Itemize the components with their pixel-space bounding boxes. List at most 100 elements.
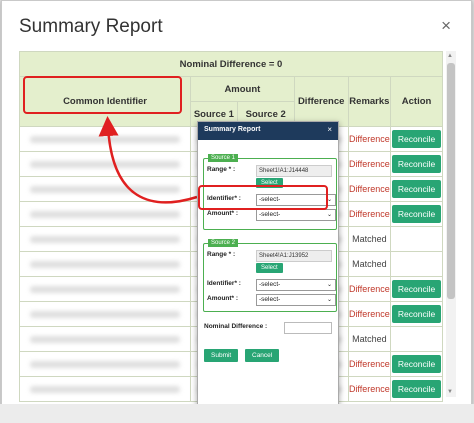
remarks-text: Difference [348, 133, 390, 144]
action-cell: Reconcile [390, 351, 443, 377]
action-header: Action [390, 76, 443, 127]
source2-amount-value: -select- [259, 296, 281, 303]
remarks-cell: Difference [347, 276, 392, 302]
remarks-cell: Matched [347, 326, 392, 352]
source2-identifier-select[interactable]: -select- ⌄ [256, 279, 336, 291]
amount-header: Amount [190, 76, 295, 102]
source1-amount-value: -select- [259, 211, 281, 218]
source2-identifier-value: -select- [259, 281, 281, 288]
popup-title: Summary Report [204, 126, 261, 133]
remarks-text: Difference [348, 158, 390, 169]
dialog-title: Summary Report [19, 16, 163, 37]
remarks-text: Matched [352, 333, 387, 344]
source2-amount-select[interactable]: -select- ⌄ [256, 294, 336, 306]
common-identifier-highlight [23, 76, 182, 114]
redacted-value [30, 160, 181, 168]
popup-header: Summary Report × [198, 122, 338, 140]
source2-select-button[interactable]: Select [256, 263, 283, 273]
popup-close-icon[interactable]: × [327, 125, 332, 134]
nominal-difference-input[interactable] [284, 322, 332, 334]
common-identifier-cell [18, 251, 192, 277]
source2-amount-label: Amount* : [207, 295, 239, 302]
action-cell: Reconcile [390, 201, 443, 227]
common-identifier-cell [18, 226, 192, 252]
source1-range-field[interactable]: Sheet1!A1:J14448 [256, 165, 332, 177]
common-identifier-cell [18, 326, 192, 352]
action-cell: Reconcile [390, 276, 443, 302]
remarks-text: Difference [348, 183, 390, 194]
redacted-value [30, 235, 181, 243]
difference-header: Difference [293, 76, 349, 127]
scroll-down-icon[interactable]: ▼ [447, 389, 453, 395]
table-scrollbar[interactable]: ▲ ▼ [446, 51, 456, 397]
chevron-down-icon: ⌄ [326, 297, 332, 303]
scroll-up-icon[interactable]: ▲ [447, 53, 453, 59]
chevron-down-icon: ⌄ [326, 212, 332, 218]
remarks-cell: Difference [347, 151, 392, 177]
reconcile-button[interactable]: Reconcile [391, 205, 442, 223]
common-identifier-cell [18, 151, 192, 177]
nominal-difference-label: Nominal Difference : [204, 323, 268, 330]
reconcile-button[interactable]: Reconcile [391, 305, 442, 323]
common-identifier-cell [18, 376, 192, 402]
remarks-text: Difference [348, 358, 390, 369]
action-cell: Reconcile [390, 176, 443, 202]
nominal-difference-header: Nominal Difference = 0 [19, 51, 443, 77]
chevron-down-icon: ⌄ [326, 282, 332, 288]
redacted-value [30, 360, 181, 368]
redacted-value [30, 335, 181, 343]
reconcile-button[interactable]: Reconcile [391, 355, 442, 373]
common-identifier-cell [18, 351, 192, 377]
reconcile-button[interactable]: Reconcile [391, 180, 442, 198]
remarks-cell: Difference [347, 376, 392, 402]
submit-button[interactable]: Submit [204, 349, 239, 362]
background-strip [0, 404, 474, 423]
source2-section: Source 2 Range * : Sheet4!A1:J13952 Sele… [203, 239, 337, 312]
common-identifier-cell [18, 126, 192, 152]
reconcile-button[interactable]: Reconcile [391, 380, 442, 398]
action-cell: Reconcile [390, 126, 443, 152]
remarks-text: Matched [352, 258, 387, 269]
remarks-text: Difference [348, 383, 390, 394]
source2-range-field[interactable]: Sheet4!A1:J13952 [256, 250, 332, 262]
source2-identifier-label: Identifier* : [207, 280, 241, 287]
remarks-cell: Difference [347, 201, 392, 227]
source1-amount-select[interactable]: -select- ⌄ [256, 209, 336, 221]
reconcile-button[interactable]: Reconcile [391, 155, 442, 173]
reconcile-button[interactable]: Reconcile [391, 280, 442, 298]
common-identifier-cell [18, 201, 192, 227]
action-cell: Reconcile [390, 301, 443, 327]
redacted-value [30, 310, 181, 318]
action-cell: Reconcile [390, 376, 443, 402]
action-cell [390, 326, 443, 352]
identifier-highlight [198, 185, 328, 210]
remarks-header: Remarks [347, 76, 392, 127]
redacted-value [30, 135, 181, 143]
close-icon[interactable]: × [441, 16, 451, 36]
remarks-text: Difference [348, 308, 390, 319]
source1-tag: Source 1 [208, 154, 239, 162]
action-cell [390, 226, 443, 252]
source2-tag: Source 2 [208, 239, 239, 247]
remarks-text: Difference [348, 208, 390, 219]
source1-amount-label: Amount* : [207, 210, 239, 217]
reconcile-button[interactable]: Reconcile [391, 130, 442, 148]
common-identifier-cell [18, 301, 192, 327]
redacted-value [30, 210, 181, 218]
remarks-text: Matched [352, 233, 387, 244]
redacted-value [30, 285, 181, 293]
redacted-value [30, 185, 181, 193]
remarks-text: Difference [348, 283, 390, 294]
cancel-button[interactable]: Cancel [245, 349, 280, 362]
remarks-cell: Difference [347, 126, 392, 152]
redacted-value [30, 260, 181, 268]
remarks-cell: Matched [347, 251, 392, 277]
remarks-cell: Difference [347, 351, 392, 377]
common-identifier-cell [18, 176, 192, 202]
action-cell [390, 251, 443, 277]
scrollbar-thumb[interactable] [447, 63, 455, 299]
source2-range-label: Range * : [207, 251, 236, 258]
remarks-cell: Difference [347, 176, 392, 202]
source-selection-popup: Summary Report × Source 1 Range * : Shee… [197, 121, 339, 405]
summary-report-dialog: Summary Report × Nominal Difference = 0 … [1, 0, 472, 406]
